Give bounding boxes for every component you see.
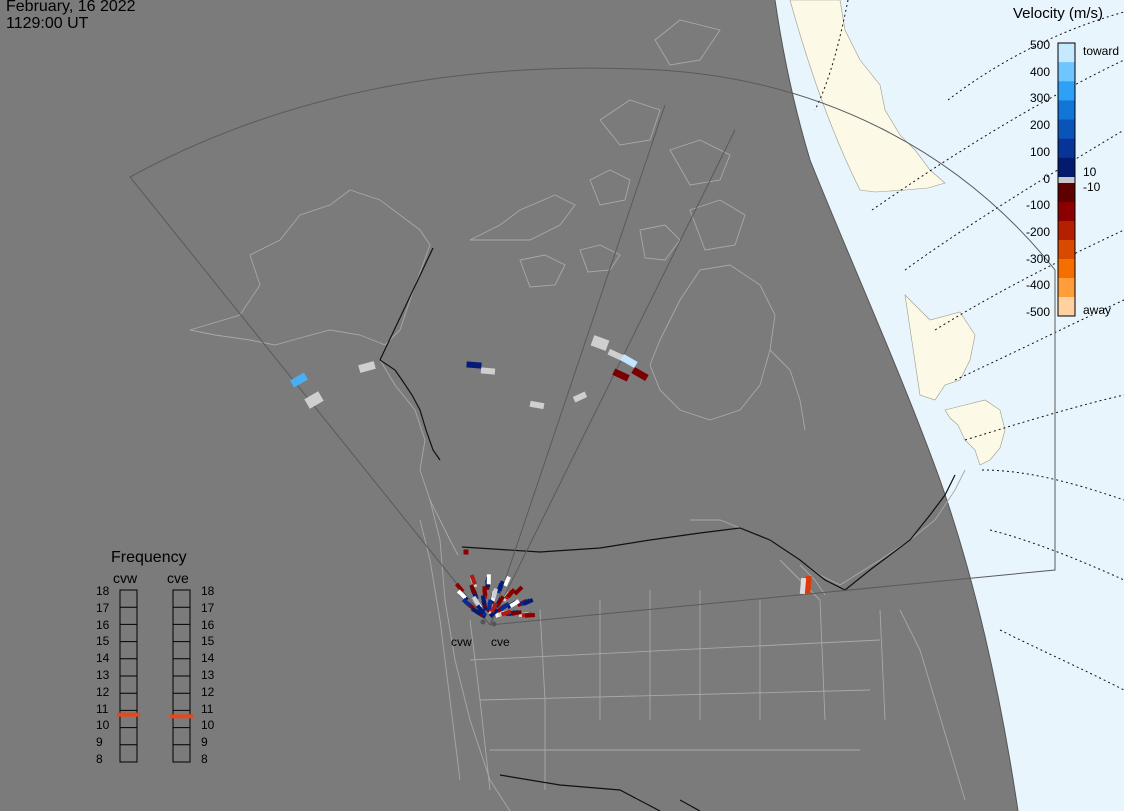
frequency-column-label-cve: cve: [167, 570, 189, 586]
frequency-level-label: 9: [201, 735, 208, 750]
colorbar-segment-away: [1058, 221, 1075, 241]
colorbar-segment-zero: [1058, 177, 1075, 183]
echo-cell: [466, 361, 482, 369]
radar-site-label-cvw: cvw: [451, 635, 472, 649]
frequency-level-label: 14: [96, 651, 110, 666]
radar-site-marker: [491, 621, 497, 627]
frequency-level-label: 17: [96, 600, 110, 615]
date-label: February, 16 2022: [6, 0, 136, 15]
colorbar-tick-label: -300: [1025, 251, 1050, 266]
colorbar-tick-label: -500: [1025, 305, 1050, 319]
frequency-level-label: 18: [201, 584, 215, 598]
colorbar-segment-toward: [1058, 119, 1075, 140]
colorbar-tick-label: 500: [1029, 38, 1050, 52]
velocity-colorbar: [1057, 42, 1076, 317]
radar-echoes: [290, 335, 812, 619]
radar-site-label-cve: cve: [491, 635, 510, 649]
frequency-marker-cve: [170, 714, 193, 719]
echo-cell: [529, 400, 545, 410]
colorbar-segment-away: [1058, 202, 1075, 222]
colorbar-cut-pos-label: 10: [1083, 165, 1097, 179]
frequency-level-label: 8: [201, 752, 208, 766]
colorbar-tick-label: 400: [1029, 64, 1050, 79]
colorbar-segment-toward: [1058, 43, 1075, 63]
frequency-level-label: 11: [96, 701, 109, 716]
echo-cell: [290, 372, 308, 388]
time-label: 1129:00 UT: [6, 15, 89, 32]
frequency-level-label: 10: [96, 718, 110, 733]
colorbar-away-label: away: [1083, 303, 1112, 317]
colorbar-tick-label: 100: [1029, 144, 1050, 159]
frequency-level-label: 17: [201, 600, 215, 615]
radar-site-marker: [480, 619, 486, 625]
colorbar-segment-away: [1058, 183, 1075, 203]
frequency-panel: [117, 589, 193, 763]
echo-cell: [590, 335, 610, 351]
colorbar-toward-label: toward: [1083, 44, 1120, 58]
colorbar-tick-label: 0: [1043, 171, 1050, 186]
colorbar-segment-toward: [1058, 62, 1075, 82]
colorbar-segment-away: [1058, 278, 1075, 298]
frequency-level-label: 18: [96, 584, 110, 598]
colorbar-segment-toward: [1058, 138, 1075, 159]
colorbar-segment-away: [1058, 240, 1075, 260]
echo-cell: [480, 367, 496, 375]
colorbar-tick-label: -400: [1025, 278, 1050, 293]
echo-cell: [486, 574, 491, 585]
frequency-level-label: 8: [96, 752, 103, 766]
frequency-level-label: 16: [201, 617, 215, 632]
echo-cell: [524, 613, 536, 618]
colorbar-segment-toward: [1058, 100, 1075, 121]
echo-cell: [631, 366, 649, 382]
echo-cell: [612, 368, 630, 382]
colorbar-tick-label: 200: [1029, 118, 1050, 133]
national-borders: [379, 247, 956, 811]
frequency-level-label: 12: [96, 684, 110, 699]
colorbar-segment-toward: [1058, 157, 1075, 178]
frequency-column-label-cvw: cvw: [113, 570, 138, 586]
colorbar-segment-away: [1058, 259, 1075, 279]
colorbar-tick-label: 300: [1029, 91, 1050, 106]
map-canvas: [117, 0, 1124, 811]
frequency-level-label: 10: [201, 718, 215, 733]
frequency-marker-cvw: [117, 712, 140, 717]
echo-cell: [620, 353, 638, 369]
frequency-level-label: 12: [201, 684, 215, 699]
colorbar-cut-neg-label: -10: [1083, 180, 1101, 194]
colorbar-tick-label: -100: [1025, 198, 1050, 213]
echo-cell: [572, 391, 588, 403]
frequency-level-label: 16: [96, 617, 110, 632]
frequency-level-label: 13: [96, 668, 110, 682]
frequency-level-label: 15: [96, 634, 110, 649]
echo-cell: [358, 361, 376, 373]
frequency-level-label: 14: [201, 651, 215, 666]
colorbar-segment-toward: [1058, 81, 1075, 101]
frequency-level-label: 15: [201, 634, 215, 649]
frequency-level-label: 13: [201, 668, 215, 682]
frequency-level-label: 11: [201, 701, 214, 716]
frequency-level-label: 9: [96, 735, 103, 750]
colorbar-tick-label: -200: [1025, 224, 1050, 239]
colorbar-title: Velocity (m/s): [1013, 5, 1104, 22]
colorbar-segment-away: [1058, 297, 1075, 317]
echo-cell: [304, 391, 324, 409]
frequency-title: Frequency: [111, 549, 187, 566]
echo-cell: [463, 549, 469, 555]
